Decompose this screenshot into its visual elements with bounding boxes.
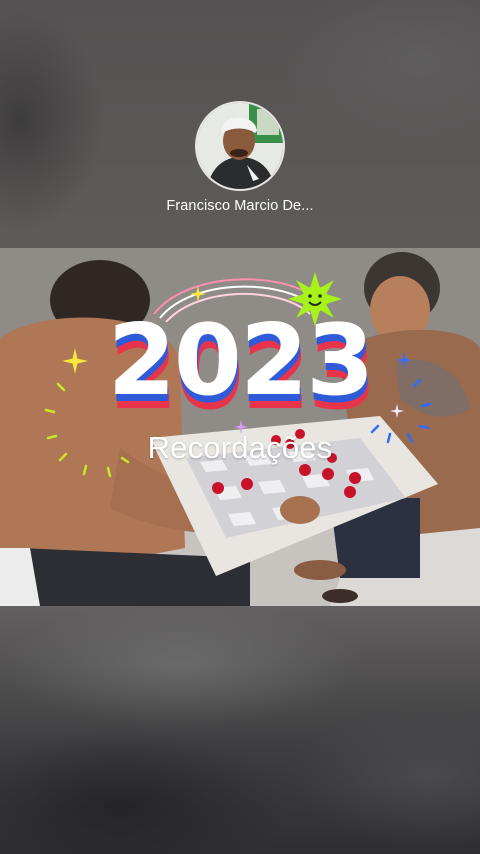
profile-name[interactable]: Francisco Marcio De... [0, 198, 480, 214]
blurred-background-bottom [0, 606, 480, 854]
sparkle-icon [190, 286, 206, 302]
year-title: 2023 2023 2023 [0, 312, 480, 432]
profile-avatar[interactable] [197, 103, 283, 189]
avatar-photo [197, 103, 283, 189]
memories-title: Recordações [147, 430, 333, 465]
stories-screen: Francisco Marcio De... 2023 2023 2023 Re… [0, 0, 480, 854]
year-text: 2023 [107, 304, 375, 418]
